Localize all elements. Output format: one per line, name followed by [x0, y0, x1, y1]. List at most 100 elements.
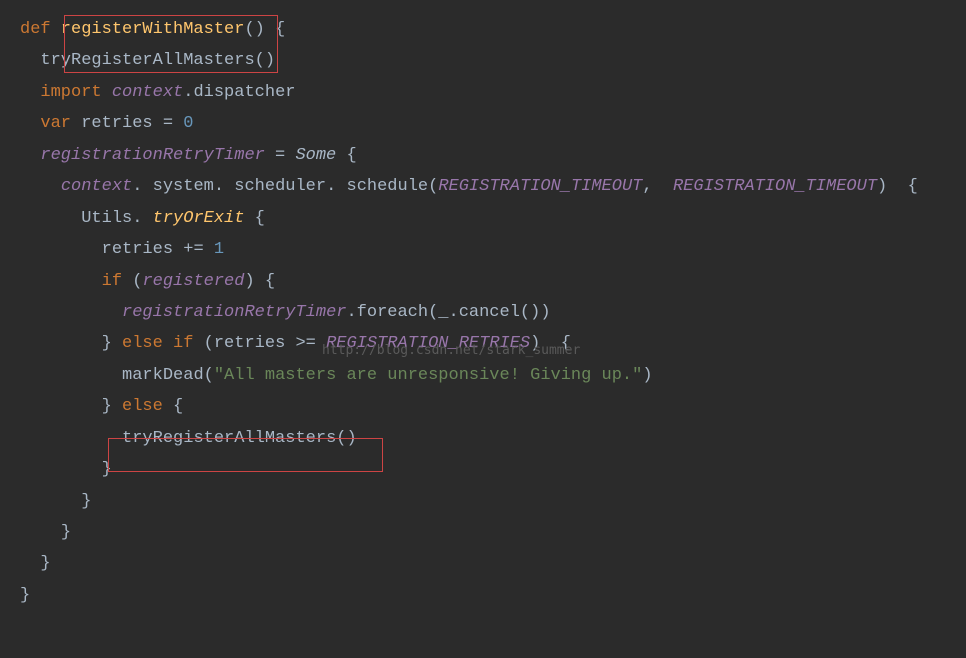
indent — [20, 240, 102, 259]
context-ref: context — [102, 83, 184, 102]
brace: { — [540, 334, 571, 353]
open-paren: ( — [122, 272, 142, 291]
dot: . — [132, 209, 152, 228]
indent — [20, 554, 40, 573]
constant-timeout2: REGISTRATION_TIMEOUT — [663, 177, 877, 196]
close-paren: ) — [540, 303, 550, 322]
schedule-method: schedule — [347, 177, 429, 196]
dot: . — [346, 303, 356, 322]
close-paren: ) — [530, 334, 540, 353]
dot: . — [326, 177, 346, 196]
parens: () — [255, 51, 275, 70]
number-zero: 0 — [173, 114, 193, 133]
code-line-16: } — [20, 486, 946, 517]
indent — [20, 397, 102, 416]
dot: . — [132, 177, 152, 196]
code-line-7: Utils. tryOrExit { — [20, 203, 946, 234]
brace: { — [887, 177, 918, 196]
timer-var: registrationRetryTimer — [122, 303, 346, 322]
open-paren: ( — [193, 334, 213, 353]
some-keyword: Some — [295, 146, 336, 165]
indent — [20, 272, 102, 291]
constant-timeout1: REGISTRATION_TIMEOUT — [438, 177, 642, 196]
keyword-var: var — [40, 114, 71, 133]
indent — [20, 366, 122, 385]
close-brace: } — [81, 492, 91, 511]
function-name: registerWithMaster — [51, 20, 245, 39]
code-line-3: import context.dispatcher — [20, 77, 946, 108]
code-editor-area: def registerWithMaster() { tryRegisterAl… — [20, 14, 946, 611]
code-line-18: } — [20, 548, 946, 579]
string-literal: "All masters are unresponsive! Giving up… — [214, 366, 642, 385]
parens: () — [336, 429, 356, 448]
retries-var: retries — [102, 240, 184, 259]
code-line-6: context. system. scheduler. schedule(REG… — [20, 171, 946, 202]
space — [316, 334, 326, 353]
scheduler-ref: scheduler — [234, 177, 326, 196]
dispatcher-ref: dispatcher — [193, 83, 295, 102]
code-line-4: var retries = 0 — [20, 108, 946, 139]
code-line-10: registrationRetryTimer.foreach(_.cancel(… — [20, 297, 946, 328]
dot: . — [449, 303, 459, 322]
open-paren: ( — [204, 366, 214, 385]
indent — [20, 334, 102, 353]
underscore: _ — [438, 303, 448, 322]
indent — [20, 303, 122, 322]
comma: , — [642, 177, 662, 196]
brace: { — [163, 397, 183, 416]
close-paren: ) — [877, 177, 887, 196]
utils-ref: Utils — [81, 209, 132, 228]
retries-var: retries — [214, 334, 296, 353]
close-paren: ) — [642, 366, 652, 385]
var-name: retries — [71, 114, 163, 133]
code-line-5: registrationRetryTimer = Some { — [20, 140, 946, 171]
foreach-method: foreach — [357, 303, 428, 322]
keyword-else-if: else if — [112, 334, 194, 353]
open-paren: ( — [428, 177, 438, 196]
code-line-8: retries += 1 — [20, 234, 946, 265]
constant-retries: REGISTRATION_RETRIES — [326, 334, 530, 353]
dot: . — [214, 177, 234, 196]
close-brace: } — [102, 460, 112, 479]
indent — [20, 209, 81, 228]
code-line-17: } — [20, 517, 946, 548]
context-ref: context — [61, 177, 132, 196]
registered-var: registered — [142, 272, 244, 291]
dot: . — [183, 83, 193, 102]
brace: { — [255, 272, 275, 291]
keyword-def: def — [20, 20, 51, 39]
indent — [20, 83, 40, 102]
indent — [20, 429, 122, 448]
brace: { — [336, 146, 356, 165]
close-brace: } — [102, 334, 112, 353]
equals: = — [163, 114, 173, 133]
keyword-import: import — [40, 83, 101, 102]
cancel-method: cancel — [459, 303, 520, 322]
code-line-14: tryRegisterAllMasters() — [20, 423, 946, 454]
code-line-2: tryRegisterAllMasters() — [20, 45, 946, 76]
tryorexit-method: tryOrExit — [153, 209, 245, 228]
open-paren: ( — [428, 303, 438, 322]
code-line-11: } else if (retries >= REGISTRATION_RETRI… — [20, 328, 946, 359]
plus-equals: += — [183, 240, 203, 259]
indent — [20, 460, 102, 479]
code-line-15: } — [20, 454, 946, 485]
close-paren: ) — [244, 272, 254, 291]
keyword-if: if — [102, 272, 122, 291]
close-brace: } — [102, 397, 112, 416]
gte-op: >= — [295, 334, 315, 353]
parens: () — [520, 303, 540, 322]
markdead-method: markDead — [122, 366, 204, 385]
code-line-9: if (registered) { — [20, 266, 946, 297]
keyword-else: else — [112, 397, 163, 416]
indent — [20, 51, 40, 70]
system-ref: system — [153, 177, 214, 196]
indent — [20, 177, 61, 196]
close-brace: } — [20, 586, 30, 605]
parens: () — [244, 20, 264, 39]
indent — [20, 114, 40, 133]
method-call: tryRegisterAllMasters — [40, 51, 254, 70]
code-line-12: markDead("All masters are unresponsive! … — [20, 360, 946, 391]
close-brace: } — [61, 523, 71, 542]
close-brace: } — [40, 554, 50, 573]
